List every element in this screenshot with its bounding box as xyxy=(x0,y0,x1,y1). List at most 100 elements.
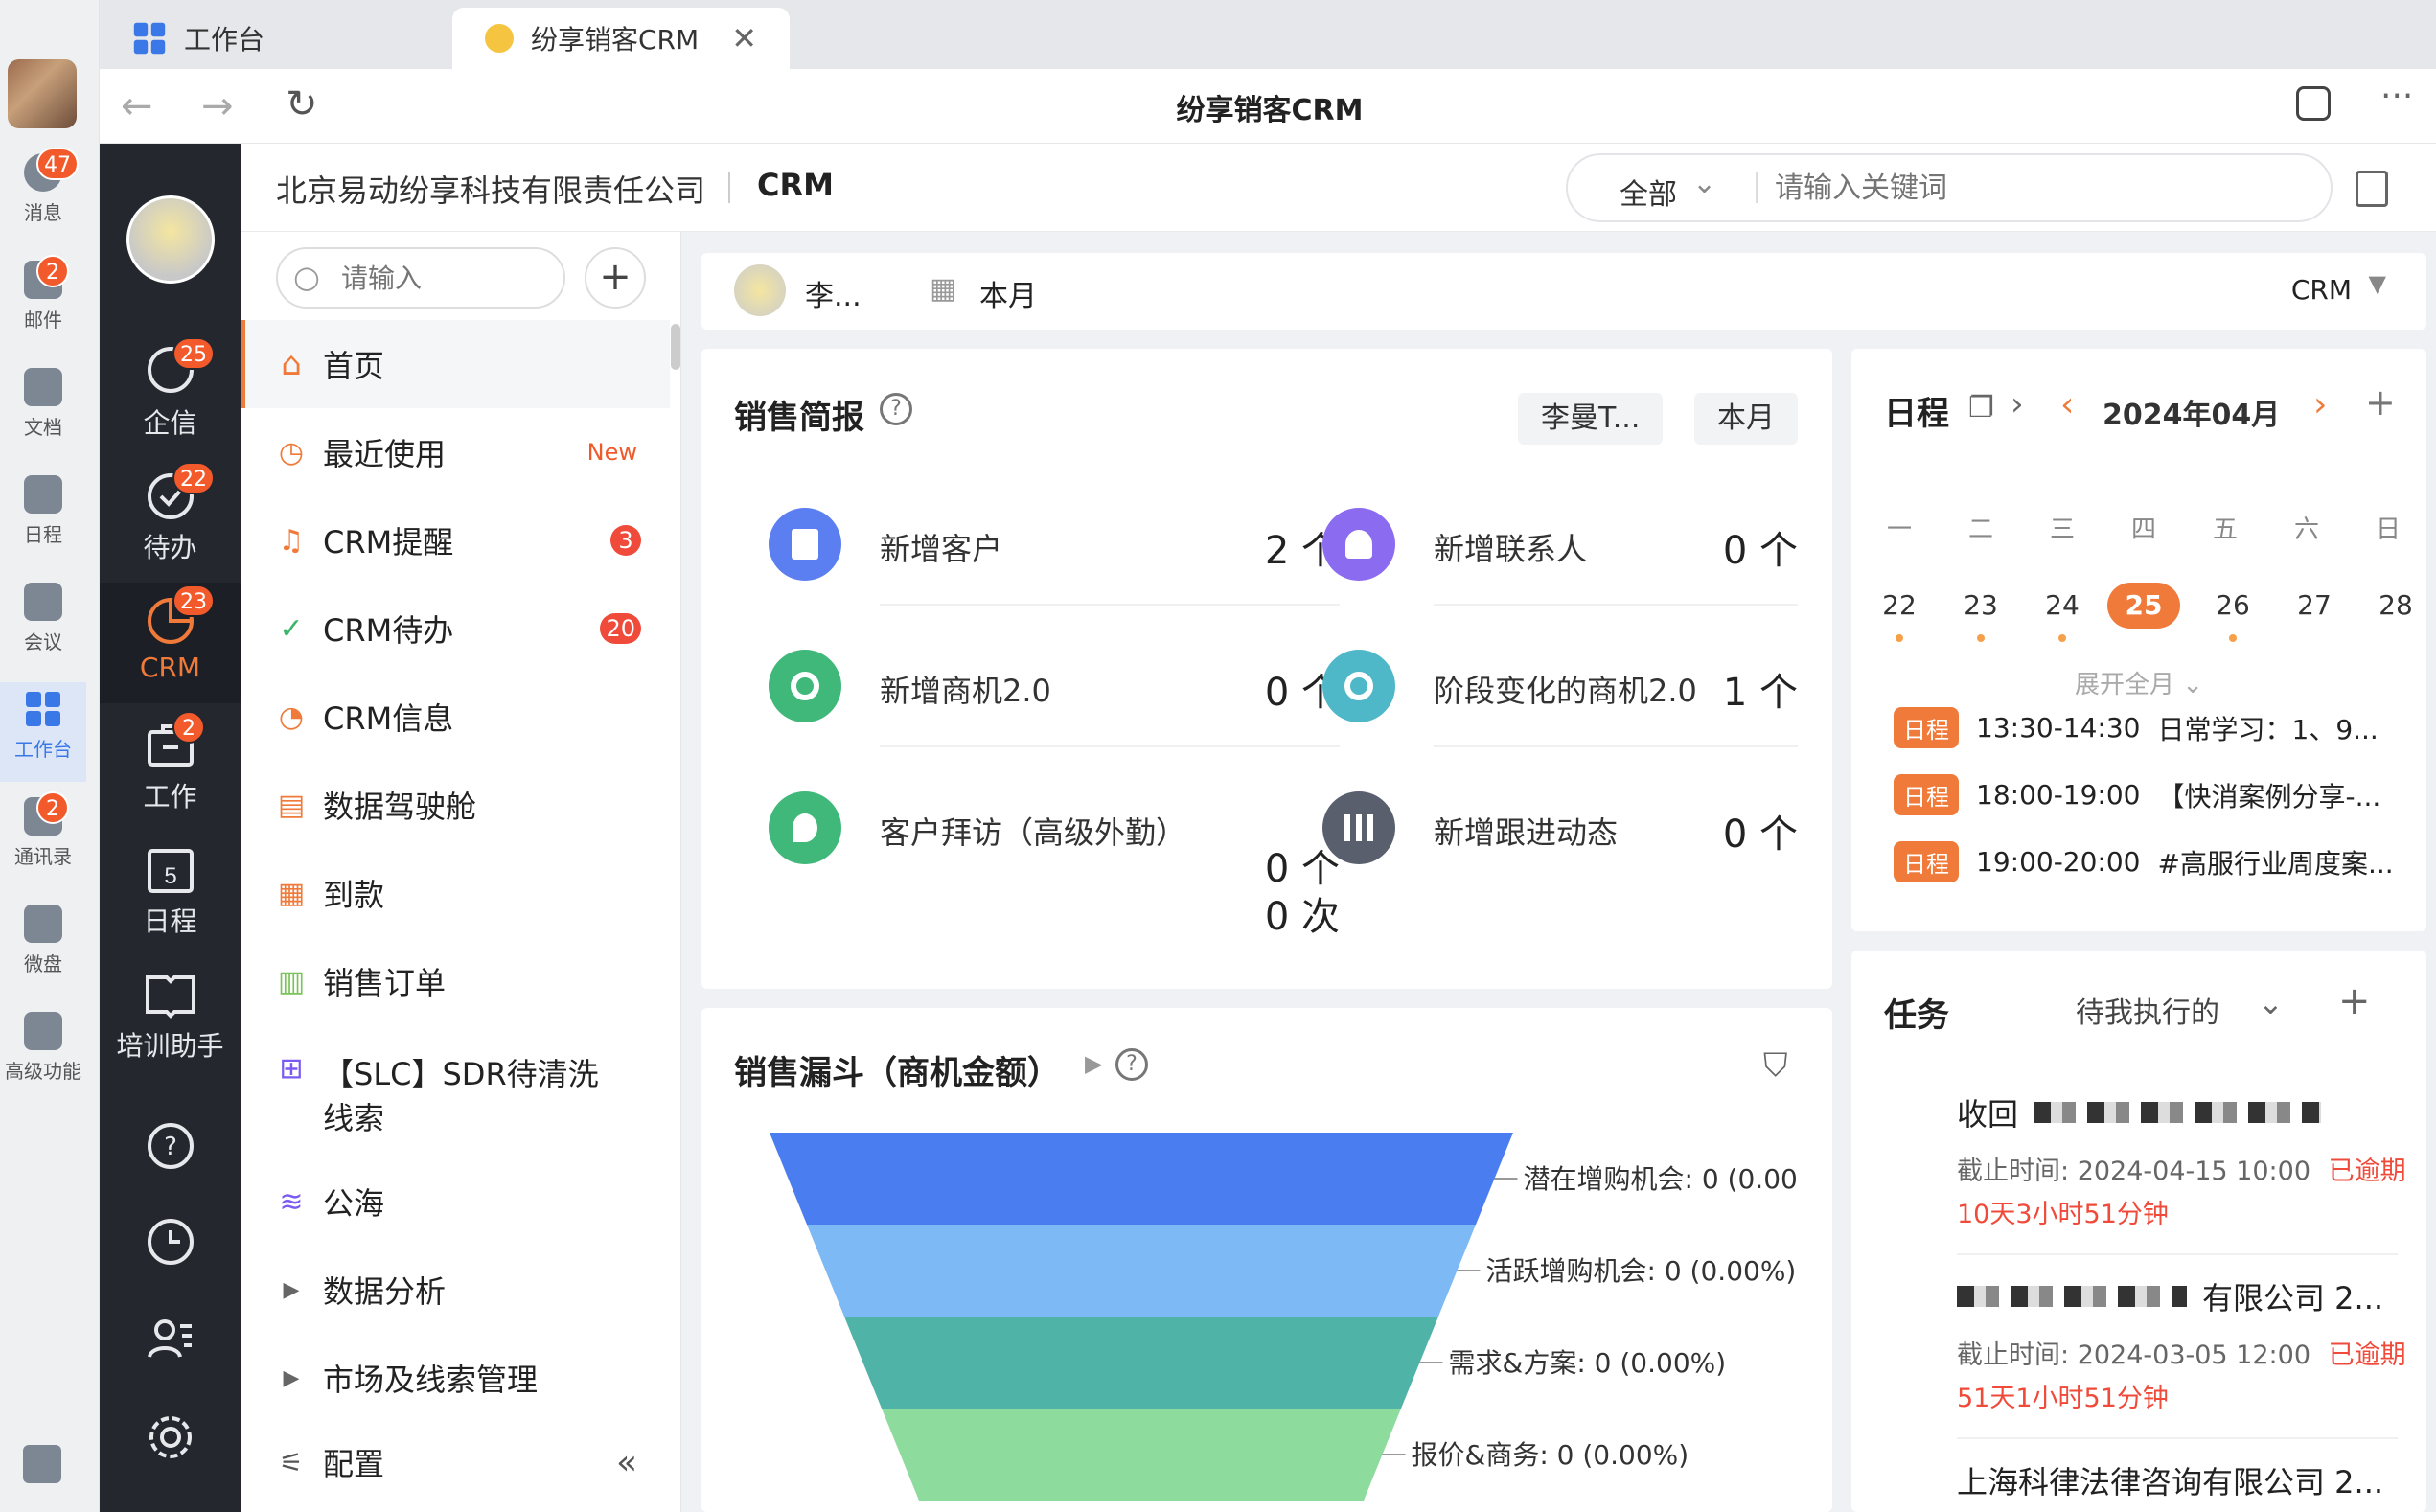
dock-item-mail[interactable]: 邮件 2 xyxy=(0,255,86,332)
rail-item-schedule[interactable]: 5 日程 xyxy=(100,843,241,939)
calendar-day[interactable]: 27 xyxy=(2286,583,2343,642)
filter-scope[interactable]: CRM xyxy=(2291,274,2352,306)
stats-icon[interactable] xyxy=(23,1445,61,1483)
event-time: 13:30-14:30 xyxy=(1976,712,2141,744)
event-item[interactable]: 日程 19:00-20:00 #高服行业周度案... xyxy=(1894,841,2402,882)
target-icon xyxy=(769,650,841,722)
task-item[interactable]: 有限公司 2... 截止时间: 2024-03-05 12:00 已逾期 51天… xyxy=(1957,1274,2406,1414)
rail-item-training[interactable]: 培训助手 xyxy=(100,968,241,1064)
dock-item-contacts[interactable]: 通讯录 2 xyxy=(0,791,86,869)
clock-icon[interactable] xyxy=(100,1217,241,1271)
event-time: 19:00-20:00 xyxy=(1976,846,2141,878)
help-icon[interactable]: ? xyxy=(100,1121,241,1175)
metric-value[interactable]: 1 个 xyxy=(1696,661,1798,717)
sliders-icon: ⚟ xyxy=(279,1446,304,1478)
menu-item-sdr-leads[interactable]: ⊞ 【SLC】SDR待清洗线索 xyxy=(241,1025,670,1150)
menu-item-home[interactable]: ⌂ 首页 xyxy=(241,320,670,408)
close-icon[interactable]: ✕ xyxy=(731,20,757,57)
menu-item-crm-info[interactable]: ◔ CRM信息 xyxy=(241,673,670,761)
back-icon[interactable]: ← xyxy=(121,84,153,128)
dock-item-calendar[interactable]: 日程 xyxy=(0,475,86,547)
metric-value[interactable]: 0 个 xyxy=(1696,519,1798,575)
calendar-day[interactable]: 23 xyxy=(1952,583,2010,642)
collapse-icon[interactable]: « xyxy=(616,1443,637,1482)
filter-user[interactable]: 李... xyxy=(805,272,862,314)
calendar-day-today[interactable]: 25 xyxy=(2107,583,2180,642)
task-filter[interactable]: 待我执行的 xyxy=(2076,989,2219,1031)
profile-avatar[interactable] xyxy=(126,195,215,284)
chevron-down-icon[interactable]: ⌄ xyxy=(2258,985,2284,1021)
menu-item-sales-order[interactable]: ▥ 销售订单 xyxy=(241,937,670,1025)
funnel-stage[interactable] xyxy=(844,1317,1438,1409)
divider xyxy=(880,604,1340,606)
add-icon[interactable]: + xyxy=(585,247,646,309)
event-item[interactable]: 日程 18:00-19:00 【快消案例分享-... xyxy=(1894,774,2402,815)
calendar-day[interactable]: 26 xyxy=(2204,583,2262,642)
menu-item-crm-reminder[interactable]: ♫ CRM提醒 3 xyxy=(241,496,670,584)
more-icon[interactable]: ··· xyxy=(2380,77,2413,116)
metric-label: 客户拜访（高级外勤） xyxy=(880,814,1187,851)
metric-value[interactable]: 2 个 xyxy=(1142,519,1340,575)
help-icon[interactable]: ? xyxy=(880,393,912,425)
rail-item-crm[interactable]: CRM 23 xyxy=(100,583,241,703)
sparkle-icon xyxy=(24,1012,62,1050)
settings-hex-icon[interactable] xyxy=(2296,86,2331,121)
funnel-stage[interactable] xyxy=(770,1133,1513,1225)
add-icon[interactable]: + xyxy=(2365,381,2396,424)
menu-item-marketing[interactable]: ▶ 市场及线索管理 xyxy=(241,1334,670,1422)
filter-period[interactable]: 本月 xyxy=(979,272,1037,314)
event-dot xyxy=(1977,634,1985,642)
notes-icon[interactable] xyxy=(2356,171,2388,207)
metric-value[interactable]: 0 个 xyxy=(1142,661,1340,717)
metric-value[interactable]: 0 个 xyxy=(1696,803,1798,859)
user-avatar[interactable] xyxy=(8,59,77,128)
brief-user-pill[interactable]: 李曼T... xyxy=(1518,393,1664,445)
event-text: 【快消案例分享-... xyxy=(2157,780,2381,813)
rail-item-work[interactable]: 工作 2 xyxy=(100,711,241,814)
menu-scrollbar[interactable] xyxy=(671,324,680,370)
add-icon[interactable]: + xyxy=(2338,979,2371,1023)
tab-workbench[interactable]: 工作台 xyxy=(100,8,450,69)
metric-value[interactable]: 0 次 xyxy=(1142,885,1340,941)
chevron-right-icon[interactable]: › xyxy=(2011,385,2024,424)
funnel-stage[interactable] xyxy=(882,1409,1401,1501)
funnel-stage[interactable] xyxy=(807,1225,1476,1317)
copy-icon[interactable]: ❐ xyxy=(1968,391,1994,424)
menu-item-recent[interactable]: ◷ 最近使用 New xyxy=(241,408,670,496)
dock-item-meeting[interactable]: 会议 xyxy=(0,583,86,654)
svg-text:?: ? xyxy=(164,1133,177,1161)
dock-item-drive[interactable]: 微盘 xyxy=(0,905,86,976)
rail-item-todo[interactable]: 待办 22 xyxy=(100,462,241,565)
dock-item-advanced[interactable]: 高级功能 xyxy=(0,1012,86,1084)
task-item[interactable]: 收回 截止时间: 2024-04-15 10:00 已逾期 10天3小时51分钟 xyxy=(1957,1090,2406,1230)
prev-month-icon[interactable]: ‹ xyxy=(2060,385,2074,424)
count-badge: 20 xyxy=(600,613,641,644)
scope-select[interactable]: 全部 xyxy=(1620,171,1677,213)
menu-item-dashboard[interactable]: ▤ 数据驾驶舱 xyxy=(241,761,670,849)
refresh-icon[interactable]: ↻ xyxy=(286,82,318,126)
tab-crm[interactable]: 纷享销客CRM ✕ xyxy=(452,8,790,69)
brief-period-pill[interactable]: 本月 xyxy=(1694,393,1798,445)
expand-month[interactable]: 展开全月 ⌄ xyxy=(1851,665,2426,700)
deadline-value: 2024-04-15 10:00 xyxy=(2077,1157,2311,1186)
menu-search-input[interactable] xyxy=(341,259,552,297)
user-list-icon[interactable] xyxy=(100,1313,241,1366)
dock-item-workbench[interactable]: 工作台 xyxy=(0,682,86,782)
menu-item-payment[interactable]: ▦ 到款 xyxy=(241,849,670,937)
menu-item-config[interactable]: ⚟ 配置 « xyxy=(241,1418,670,1506)
dock-item-messages[interactable]: 消息 47 xyxy=(0,148,86,225)
task-item[interactable]: 上海科律法律咨询有限公司 2... xyxy=(1957,1458,2398,1502)
rail-item-chat[interactable]: 企信 25 xyxy=(100,337,241,441)
keyword-input[interactable] xyxy=(1775,167,2311,209)
menu-item-public-pool[interactable]: ≋ 公海 xyxy=(241,1157,670,1246)
gear-icon[interactable] xyxy=(100,1412,241,1466)
dock-item-docs[interactable]: 文档 xyxy=(0,368,86,440)
menu-item-crm-todo[interactable]: ✓ CRM待办 20 xyxy=(241,584,670,673)
calendar-day[interactable]: 24 xyxy=(2034,583,2091,642)
calendar-day[interactable]: 22 xyxy=(1871,583,1928,642)
forward-icon[interactable]: → xyxy=(201,84,234,128)
event-item[interactable]: 日程 13:30-14:30 日常学习：1、9... xyxy=(1894,707,2402,748)
calendar-day[interactable]: 28 xyxy=(2367,583,2425,642)
next-month-icon[interactable]: › xyxy=(2313,385,2327,424)
menu-item-data-analysis[interactable]: ▶ 数据分析 xyxy=(241,1246,670,1334)
